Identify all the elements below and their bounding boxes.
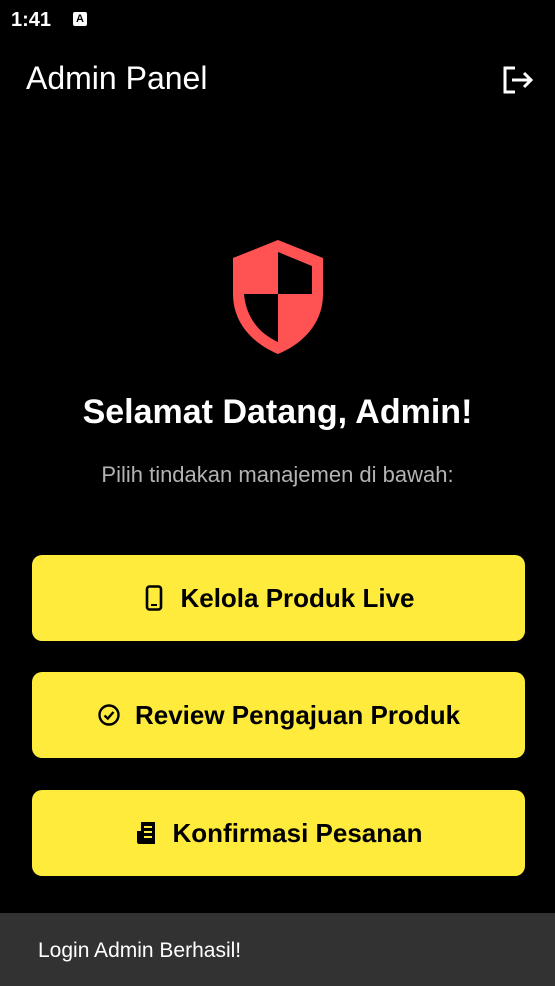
- notification-app-icon: A: [73, 12, 87, 26]
- confirm-orders-button[interactable]: Konfirmasi Pesanan: [32, 790, 525, 876]
- manage-live-products-label: Kelola Produk Live: [180, 582, 415, 613]
- status-bar: 1:41 A: [0, 0, 555, 40]
- snackbar-message: Login Admin Berhasil!: [38, 939, 242, 962]
- welcome-subtitle: Pilih tindakan manajemen di bawah:: [101, 462, 454, 487]
- manage-live-products-button[interactable]: Kelola Produk Live: [32, 555, 525, 641]
- welcome-heading: Selamat Datang, Admin!: [82, 393, 473, 431]
- app-bar: Admin Panel: [0, 40, 555, 120]
- logout-icon: [503, 66, 534, 94]
- receipt-icon: [135, 821, 159, 845]
- phone-icon: [142, 585, 166, 611]
- review-product-submissions-label: Review Pengajuan Produk: [134, 699, 461, 730]
- review-product-submissions-button[interactable]: Review Pengajuan Produk: [32, 672, 525, 758]
- shield-icon: [233, 240, 323, 354]
- logout-button[interactable]: [496, 60, 540, 100]
- check-circle-icon: [97, 703, 121, 727]
- confirm-orders-label: Konfirmasi Pesanan: [172, 817, 423, 848]
- snackbar: Login Admin Berhasil!: [0, 913, 555, 986]
- status-time: 1:41: [11, 9, 52, 31]
- page-title: Admin Panel: [26, 60, 208, 96]
